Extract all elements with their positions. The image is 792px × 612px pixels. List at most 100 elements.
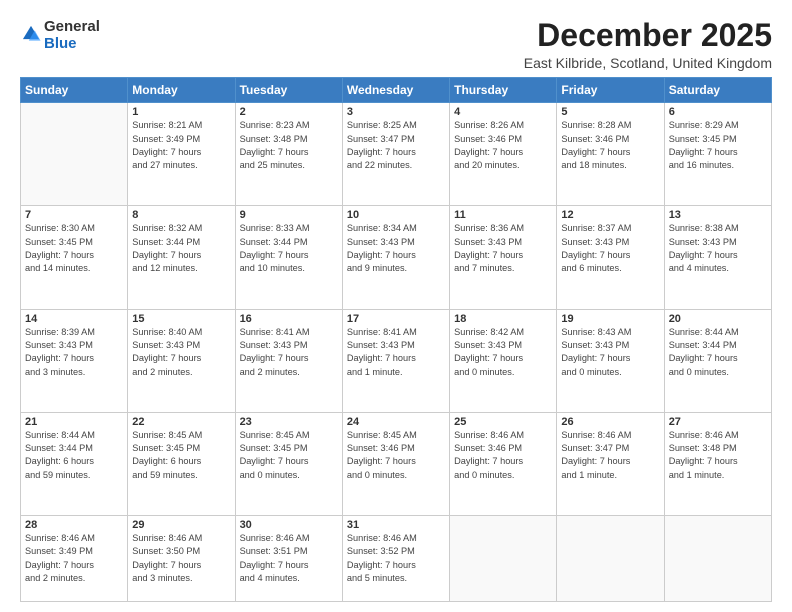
calendar-cell: 28Sunrise: 8:46 AM Sunset: 3:49 PM Dayli… xyxy=(21,515,128,601)
calendar-cell: 11Sunrise: 8:36 AM Sunset: 3:43 PM Dayli… xyxy=(450,206,557,309)
day-number: 24 xyxy=(347,416,445,428)
day-info: Sunrise: 8:42 AM Sunset: 3:43 PM Dayligh… xyxy=(454,326,552,379)
day-info: Sunrise: 8:36 AM Sunset: 3:43 PM Dayligh… xyxy=(454,222,552,275)
day-number: 17 xyxy=(347,313,445,325)
logo-general: General xyxy=(44,18,100,35)
day-number: 15 xyxy=(132,313,230,325)
calendar-cell: 8Sunrise: 8:32 AM Sunset: 3:44 PM Daylig… xyxy=(128,206,235,309)
calendar-cell: 20Sunrise: 8:44 AM Sunset: 3:44 PM Dayli… xyxy=(664,309,771,412)
day-info: Sunrise: 8:44 AM Sunset: 3:44 PM Dayligh… xyxy=(669,326,767,379)
calendar-week-3: 21Sunrise: 8:44 AM Sunset: 3:44 PM Dayli… xyxy=(21,412,772,515)
calendar-cell: 7Sunrise: 8:30 AM Sunset: 3:45 PM Daylig… xyxy=(21,206,128,309)
day-number: 1 xyxy=(132,106,230,118)
month-title: December 2025 xyxy=(524,18,772,53)
day-number: 31 xyxy=(347,519,445,531)
day-header-thursday: Thursday xyxy=(450,78,557,103)
calendar-cell: 18Sunrise: 8:42 AM Sunset: 3:43 PM Dayli… xyxy=(450,309,557,412)
day-number: 10 xyxy=(347,209,445,221)
day-number: 6 xyxy=(669,106,767,118)
day-number: 29 xyxy=(132,519,230,531)
day-number: 7 xyxy=(25,209,123,221)
day-number: 25 xyxy=(454,416,552,428)
calendar-cell: 13Sunrise: 8:38 AM Sunset: 3:43 PM Dayli… xyxy=(664,206,771,309)
day-info: Sunrise: 8:46 AM Sunset: 3:46 PM Dayligh… xyxy=(454,429,552,482)
day-header-tuesday: Tuesday xyxy=(235,78,342,103)
calendar-cell: 9Sunrise: 8:33 AM Sunset: 3:44 PM Daylig… xyxy=(235,206,342,309)
day-info: Sunrise: 8:37 AM Sunset: 3:43 PM Dayligh… xyxy=(561,222,659,275)
calendar-cell: 14Sunrise: 8:39 AM Sunset: 3:43 PM Dayli… xyxy=(21,309,128,412)
calendar-cell: 31Sunrise: 8:46 AM Sunset: 3:52 PM Dayli… xyxy=(342,515,449,601)
day-header-monday: Monday xyxy=(128,78,235,103)
calendar-cell: 6Sunrise: 8:29 AM Sunset: 3:45 PM Daylig… xyxy=(664,103,771,206)
calendar-cell: 21Sunrise: 8:44 AM Sunset: 3:44 PM Dayli… xyxy=(21,412,128,515)
day-info: Sunrise: 8:46 AM Sunset: 3:52 PM Dayligh… xyxy=(347,532,445,585)
day-number: 23 xyxy=(240,416,338,428)
logo-text: General Blue xyxy=(44,18,100,53)
day-number: 4 xyxy=(454,106,552,118)
day-info: Sunrise: 8:46 AM Sunset: 3:48 PM Dayligh… xyxy=(669,429,767,482)
day-info: Sunrise: 8:23 AM Sunset: 3:48 PM Dayligh… xyxy=(240,119,338,172)
day-number: 30 xyxy=(240,519,338,531)
day-number: 16 xyxy=(240,313,338,325)
page: General Blue December 2025 East Kilbride… xyxy=(0,0,792,612)
day-info: Sunrise: 8:29 AM Sunset: 3:45 PM Dayligh… xyxy=(669,119,767,172)
calendar-cell: 15Sunrise: 8:40 AM Sunset: 3:43 PM Dayli… xyxy=(128,309,235,412)
calendar-week-1: 7Sunrise: 8:30 AM Sunset: 3:45 PM Daylig… xyxy=(21,206,772,309)
calendar-cell: 26Sunrise: 8:46 AM Sunset: 3:47 PM Dayli… xyxy=(557,412,664,515)
calendar-table: SundayMondayTuesdayWednesdayThursdayFrid… xyxy=(20,77,772,602)
calendar-cell: 10Sunrise: 8:34 AM Sunset: 3:43 PM Dayli… xyxy=(342,206,449,309)
day-number: 21 xyxy=(25,416,123,428)
day-info: Sunrise: 8:39 AM Sunset: 3:43 PM Dayligh… xyxy=(25,326,123,379)
calendar-cell: 16Sunrise: 8:41 AM Sunset: 3:43 PM Dayli… xyxy=(235,309,342,412)
day-info: Sunrise: 8:38 AM Sunset: 3:43 PM Dayligh… xyxy=(669,222,767,275)
day-header-friday: Friday xyxy=(557,78,664,103)
day-info: Sunrise: 8:44 AM Sunset: 3:44 PM Dayligh… xyxy=(25,429,123,482)
calendar-cell: 12Sunrise: 8:37 AM Sunset: 3:43 PM Dayli… xyxy=(557,206,664,309)
day-number: 8 xyxy=(132,209,230,221)
header: General Blue December 2025 East Kilbride… xyxy=(20,18,772,71)
calendar-header-row: SundayMondayTuesdayWednesdayThursdayFrid… xyxy=(21,78,772,103)
day-number: 13 xyxy=(669,209,767,221)
day-info: Sunrise: 8:26 AM Sunset: 3:46 PM Dayligh… xyxy=(454,119,552,172)
day-info: Sunrise: 8:41 AM Sunset: 3:43 PM Dayligh… xyxy=(240,326,338,379)
day-info: Sunrise: 8:25 AM Sunset: 3:47 PM Dayligh… xyxy=(347,119,445,172)
day-number: 18 xyxy=(454,313,552,325)
day-number: 20 xyxy=(669,313,767,325)
calendar-cell: 19Sunrise: 8:43 AM Sunset: 3:43 PM Dayli… xyxy=(557,309,664,412)
logo: General Blue xyxy=(20,18,100,53)
day-header-wednesday: Wednesday xyxy=(342,78,449,103)
calendar-cell: 1Sunrise: 8:21 AM Sunset: 3:49 PM Daylig… xyxy=(128,103,235,206)
location-subtitle: East Kilbride, Scotland, United Kingdom xyxy=(524,55,772,71)
day-number: 2 xyxy=(240,106,338,118)
day-info: Sunrise: 8:33 AM Sunset: 3:44 PM Dayligh… xyxy=(240,222,338,275)
day-info: Sunrise: 8:34 AM Sunset: 3:43 PM Dayligh… xyxy=(347,222,445,275)
calendar-cell: 5Sunrise: 8:28 AM Sunset: 3:46 PM Daylig… xyxy=(557,103,664,206)
calendar-cell xyxy=(21,103,128,206)
calendar-cell: 4Sunrise: 8:26 AM Sunset: 3:46 PM Daylig… xyxy=(450,103,557,206)
day-info: Sunrise: 8:46 AM Sunset: 3:51 PM Dayligh… xyxy=(240,532,338,585)
calendar-cell xyxy=(664,515,771,601)
logo-icon xyxy=(20,23,42,45)
day-info: Sunrise: 8:45 AM Sunset: 3:45 PM Dayligh… xyxy=(240,429,338,482)
day-number: 28 xyxy=(25,519,123,531)
calendar-cell: 2Sunrise: 8:23 AM Sunset: 3:48 PM Daylig… xyxy=(235,103,342,206)
calendar-cell: 25Sunrise: 8:46 AM Sunset: 3:46 PM Dayli… xyxy=(450,412,557,515)
calendar-cell: 3Sunrise: 8:25 AM Sunset: 3:47 PM Daylig… xyxy=(342,103,449,206)
calendar-cell: 30Sunrise: 8:46 AM Sunset: 3:51 PM Dayli… xyxy=(235,515,342,601)
calendar-cell: 27Sunrise: 8:46 AM Sunset: 3:48 PM Dayli… xyxy=(664,412,771,515)
logo-blue: Blue xyxy=(44,35,77,52)
day-info: Sunrise: 8:46 AM Sunset: 3:49 PM Dayligh… xyxy=(25,532,123,585)
calendar-cell xyxy=(557,515,664,601)
day-header-saturday: Saturday xyxy=(664,78,771,103)
day-header-sunday: Sunday xyxy=(21,78,128,103)
day-info: Sunrise: 8:32 AM Sunset: 3:44 PM Dayligh… xyxy=(132,222,230,275)
day-number: 19 xyxy=(561,313,659,325)
day-info: Sunrise: 8:45 AM Sunset: 3:46 PM Dayligh… xyxy=(347,429,445,482)
day-info: Sunrise: 8:40 AM Sunset: 3:43 PM Dayligh… xyxy=(132,326,230,379)
calendar-cell: 23Sunrise: 8:45 AM Sunset: 3:45 PM Dayli… xyxy=(235,412,342,515)
day-info: Sunrise: 8:45 AM Sunset: 3:45 PM Dayligh… xyxy=(132,429,230,482)
day-number: 9 xyxy=(240,209,338,221)
calendar-cell: 17Sunrise: 8:41 AM Sunset: 3:43 PM Dayli… xyxy=(342,309,449,412)
day-info: Sunrise: 8:21 AM Sunset: 3:49 PM Dayligh… xyxy=(132,119,230,172)
day-info: Sunrise: 8:30 AM Sunset: 3:45 PM Dayligh… xyxy=(25,222,123,275)
